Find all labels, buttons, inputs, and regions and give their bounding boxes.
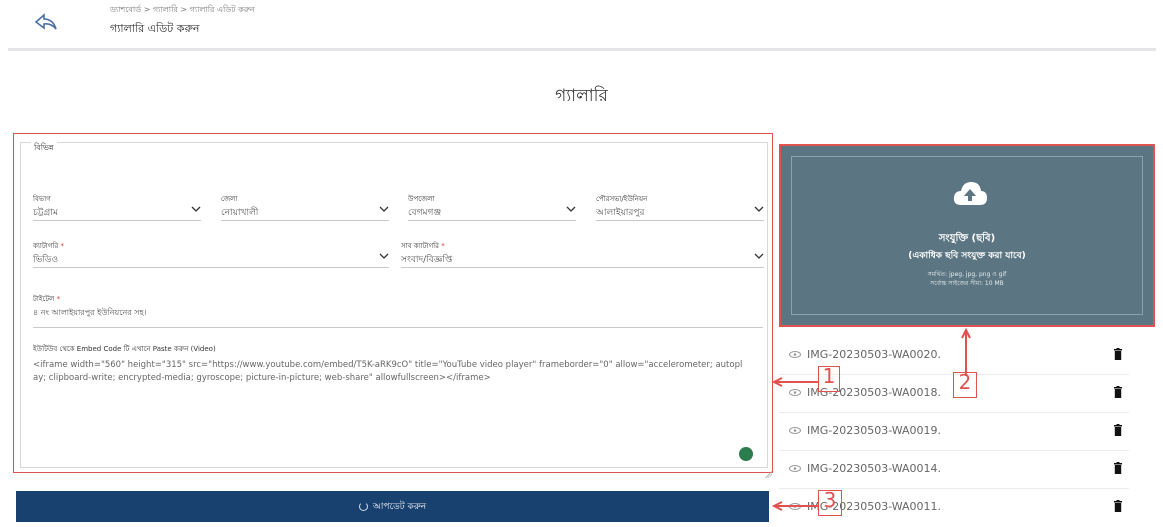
upload-size-limit: সর্বোচ্চ সাইজের সীমা: 10 MB [930, 280, 1004, 287]
embed-code-label: ইউটিউব থেকে Embed Code টি এখানে Paste কর… [33, 345, 216, 353]
subcategory-select[interactable]: সাব ক্যাটাগরি * সংবাদ/বিজ্ঞপ্তি [401, 240, 764, 268]
page-title: গ্যালারি [555, 86, 608, 106]
list-item: IMG-20230503-WA0019. [779, 413, 1159, 451]
category-select[interactable]: ক্যাটাগরি * ভিডিও [33, 240, 389, 268]
title-input[interactable]: টাইটেল * ৪ নং আলাইয়ারপুর ইউনিয়নের সহ। [33, 293, 763, 328]
eye-icon[interactable] [789, 351, 801, 358]
category-value: ভিডিও [33, 255, 59, 265]
chevron-down-icon [379, 253, 389, 259]
subcategory-label: সাব ক্যাটাগরি * [401, 242, 445, 250]
annotation-arrow-1 [771, 377, 818, 387]
page-subtitle: গ্যালারি এডিট করুন [110, 22, 200, 35]
trash-icon[interactable] [1113, 500, 1123, 512]
upazila-label: উপজেলা [408, 195, 435, 203]
chevron-down-icon [754, 206, 764, 212]
chevron-down-icon [566, 206, 576, 212]
fieldset-legend: বিভিন্ন [31, 142, 57, 155]
title-label: টাইটেল * [33, 295, 61, 303]
list-item: IMG-20230503-WA0014. [779, 451, 1159, 489]
union-label: পৌরসভা/ইউনিয়ন [596, 195, 648, 203]
refresh-icon [358, 502, 368, 511]
subcategory-value: সংবাদ/বিজ্ঞপ্তি [401, 255, 453, 265]
district-value: নোয়াখালী [221, 208, 259, 218]
upazila-select[interactable]: উপজেলা বেগমগঞ্জ [408, 193, 576, 221]
eye-icon[interactable] [789, 427, 801, 434]
district-label: জেলা [221, 195, 238, 203]
district-select[interactable]: জেলা নোয়াখালী [221, 193, 389, 221]
form-fieldset: বিভিন্ন বিভাগ চট্টগ্রাম জেলা নোয়াখালী উ… [20, 142, 772, 478]
trash-icon[interactable] [1113, 386, 1123, 398]
annotation-label-2: 2 [953, 372, 977, 398]
title-value: ৪ নং আলাইয়ারপুর ইউনিয়নের সহ। [33, 308, 147, 317]
resize-handle-icon[interactable] [765, 471, 772, 478]
division-value: চট্টগ্রাম [33, 208, 58, 218]
breadcrumb[interactable]: ড্যাশবোর্ড > গ্যালারি > গ্যালারি এডিট কর… [110, 4, 255, 17]
eye-icon[interactable] [789, 465, 801, 472]
chevron-down-icon [191, 206, 201, 212]
union-select[interactable]: পৌরসভা/ইউনিয়ন আলাইয়ারপুর [596, 193, 764, 221]
annotation-label-1: 1 [818, 366, 840, 392]
upload-title: সংযুক্তি (ছবি) [938, 233, 996, 244]
union-value: আলাইয়ারপুর [596, 208, 645, 218]
cloud-upload-icon [953, 182, 987, 205]
category-label: ক্যাটাগরি * [33, 242, 64, 250]
division-label: বিভাগ [33, 195, 51, 203]
embed-code-textarea[interactable]: ইউটিউব থেকে Embed Code টি এখানে Paste কর… [33, 343, 743, 385]
embed-code-value: <iframe width="560" height="315" src="ht… [33, 360, 743, 383]
annotation-label-3: 3 [818, 490, 842, 516]
file-name: IMG-20230503-WA0014. [807, 462, 942, 475]
gallery-form: বিভিন্ন বিভাগ চট্টগ্রাম জেলা নোয়াখালী উ… [13, 133, 773, 478]
chevron-down-icon [754, 253, 764, 259]
dropzone-inner: সংযুক্তি (ছবি) (একাধিক ছবি সংযুক্ত করা য… [791, 156, 1143, 315]
update-button[interactable]: আপডেট করুন [16, 491, 769, 522]
trash-icon[interactable] [1113, 424, 1123, 436]
eye-icon[interactable] [789, 389, 801, 396]
grammar-check-icon[interactable] [739, 447, 753, 461]
back-arrow-icon[interactable] [33, 10, 59, 34]
trash-icon[interactable] [1113, 348, 1123, 360]
upazila-value: বেগমগঞ্জ [408, 208, 442, 218]
upload-subtitle: (একাধিক ছবি সংযুক্ত করা যাবে) [908, 251, 1026, 261]
trash-icon[interactable] [1113, 462, 1123, 474]
annotation-arrow-3 [771, 501, 818, 511]
image-upload-dropzone[interactable]: সংযুক্তি (ছবি) (একাধিক ছবি সংযুক্ত করা য… [779, 144, 1155, 327]
header-divider [8, 48, 1156, 51]
top-bar: ড্যাশবোর্ড > গ্যালারি > গ্যালারি এডিট কর… [0, 0, 1163, 48]
division-select[interactable]: বিভাগ চট্টগ্রাম [33, 193, 201, 221]
chevron-down-icon [379, 206, 389, 212]
file-name: IMG-20230503-WA0019. [807, 424, 942, 437]
file-name: IMG-20230503-WA0020. [807, 348, 942, 361]
update-button-label: আপডেট করুন [372, 502, 427, 512]
